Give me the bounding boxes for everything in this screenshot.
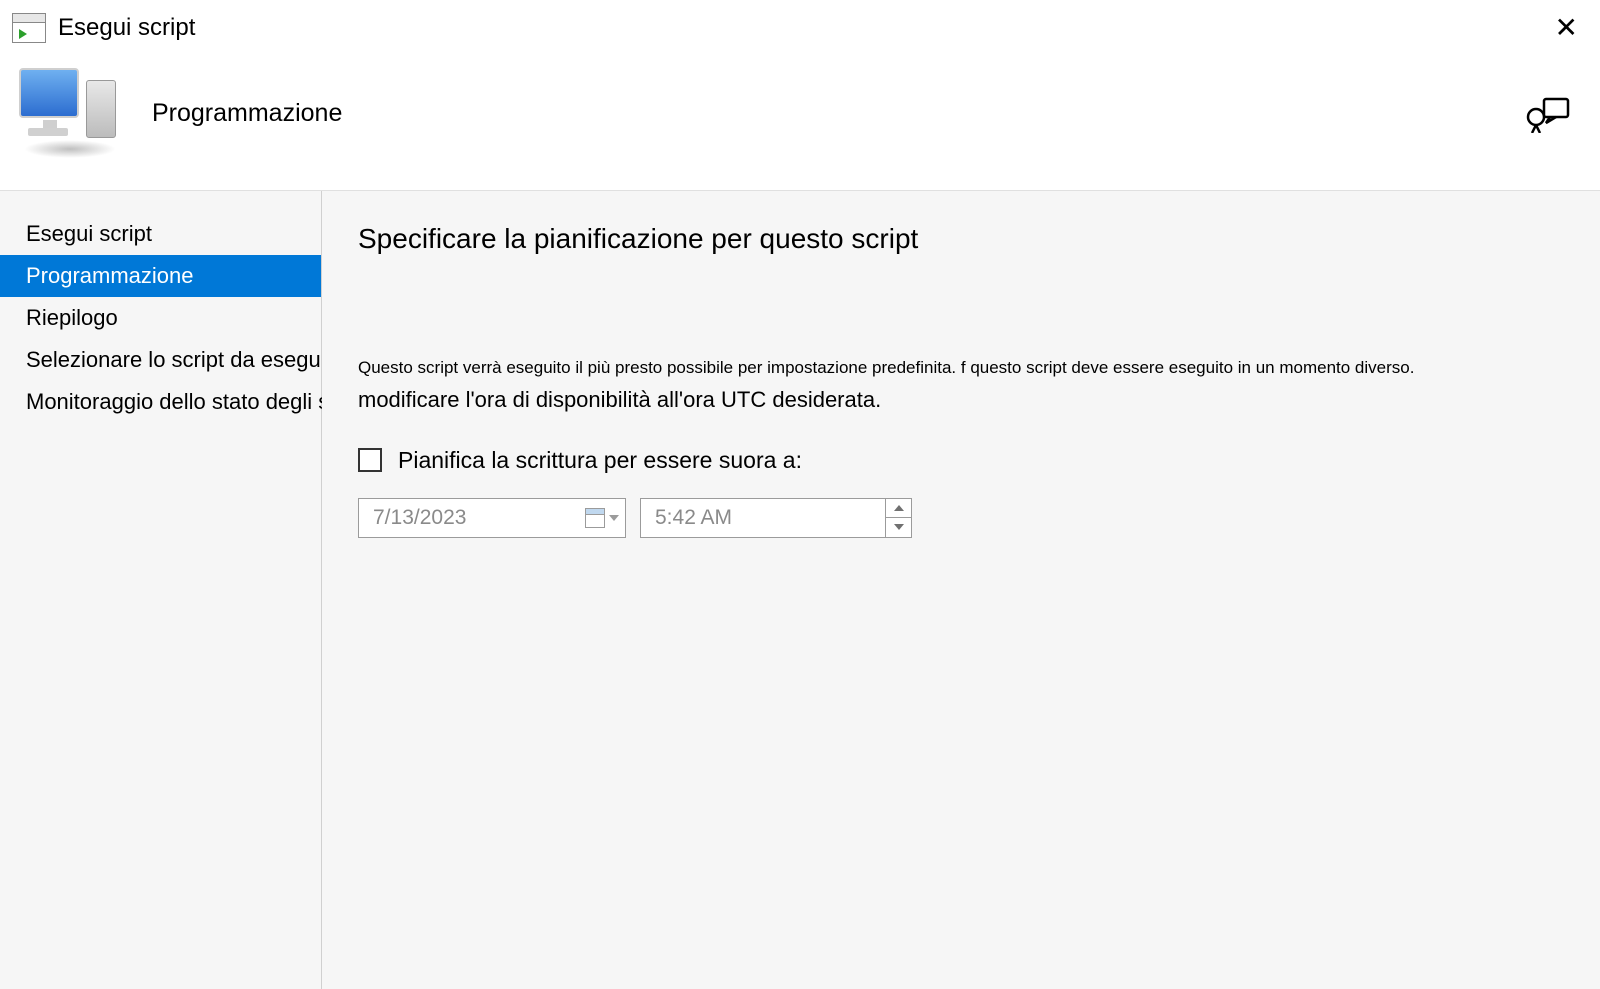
wizard-body: Esegui script Programmazione Riepilogo S… [0, 190, 1600, 989]
spinner-up-button[interactable] [886, 499, 911, 519]
sidebar: Esegui script Programmazione Riepilogo S… [0, 191, 322, 989]
sidebar-item-monitoraggio[interactable]: Monitoraggio dello stato degli script [0, 381, 321, 423]
titlebar: Esegui script ✕ [0, 0, 1600, 56]
chevron-down-icon[interactable] [609, 515, 619, 521]
time-spinner [885, 499, 911, 537]
date-value: 7/13/2023 [359, 506, 585, 530]
calendar-icon[interactable] [585, 508, 605, 528]
content-panel: Specificare la pianificazione per questo… [322, 191, 1600, 989]
titlebar-left: Esegui script [12, 13, 195, 43]
schedule-checkbox-row: Pianifica la scrittura per essere suora … [358, 447, 1564, 474]
page-subtitle: Programmazione [152, 99, 342, 128]
sidebar-item-selezionare-script[interactable]: Selezionare lo script da eseguire [0, 339, 321, 381]
window-title: Esegui script [58, 14, 195, 42]
close-button[interactable]: ✕ [1551, 10, 1582, 46]
sidebar-item-label: Esegui script [26, 221, 152, 246]
chevron-down-icon [894, 524, 904, 530]
sidebar-item-esegui-script[interactable]: Esegui script [0, 213, 321, 255]
sidebar-item-riepilogo[interactable]: Riepilogo [0, 297, 321, 339]
chevron-up-icon [894, 505, 904, 511]
sidebar-item-label: Selezionare lo script da eseguire [26, 347, 345, 372]
run-script-icon [12, 13, 46, 43]
sidebar-item-programmazione[interactable]: Programmazione [0, 255, 321, 297]
computer-icon [16, 68, 116, 158]
date-picker[interactable]: 7/13/2023 [358, 498, 626, 538]
date-picker-controls [585, 499, 625, 537]
datetime-inputs-row: 7/13/2023 5:42 AM [358, 498, 1564, 538]
time-value: 5:42 AM [641, 506, 885, 530]
sidebar-item-label: Riepilogo [26, 305, 118, 330]
wizard-header: Programmazione [0, 56, 1600, 190]
description-line-1: Questo script verrà eseguito il più pres… [358, 355, 1564, 381]
description-line-2: modificare l'ora di disponibilità all'or… [358, 387, 1564, 413]
schedule-checkbox[interactable] [358, 448, 382, 472]
schedule-checkbox-label: Pianifica la scrittura per essere suora … [398, 447, 802, 474]
feedback-icon[interactable] [1524, 93, 1570, 133]
time-picker[interactable]: 5:42 AM [640, 498, 912, 538]
header-left: Programmazione [16, 68, 342, 158]
spinner-down-button[interactable] [886, 518, 911, 537]
sidebar-item-label: Monitoraggio dello stato degli script [26, 389, 371, 414]
content-heading: Specificare la pianificazione per questo… [358, 223, 1564, 255]
sidebar-item-label: Programmazione [26, 263, 194, 288]
